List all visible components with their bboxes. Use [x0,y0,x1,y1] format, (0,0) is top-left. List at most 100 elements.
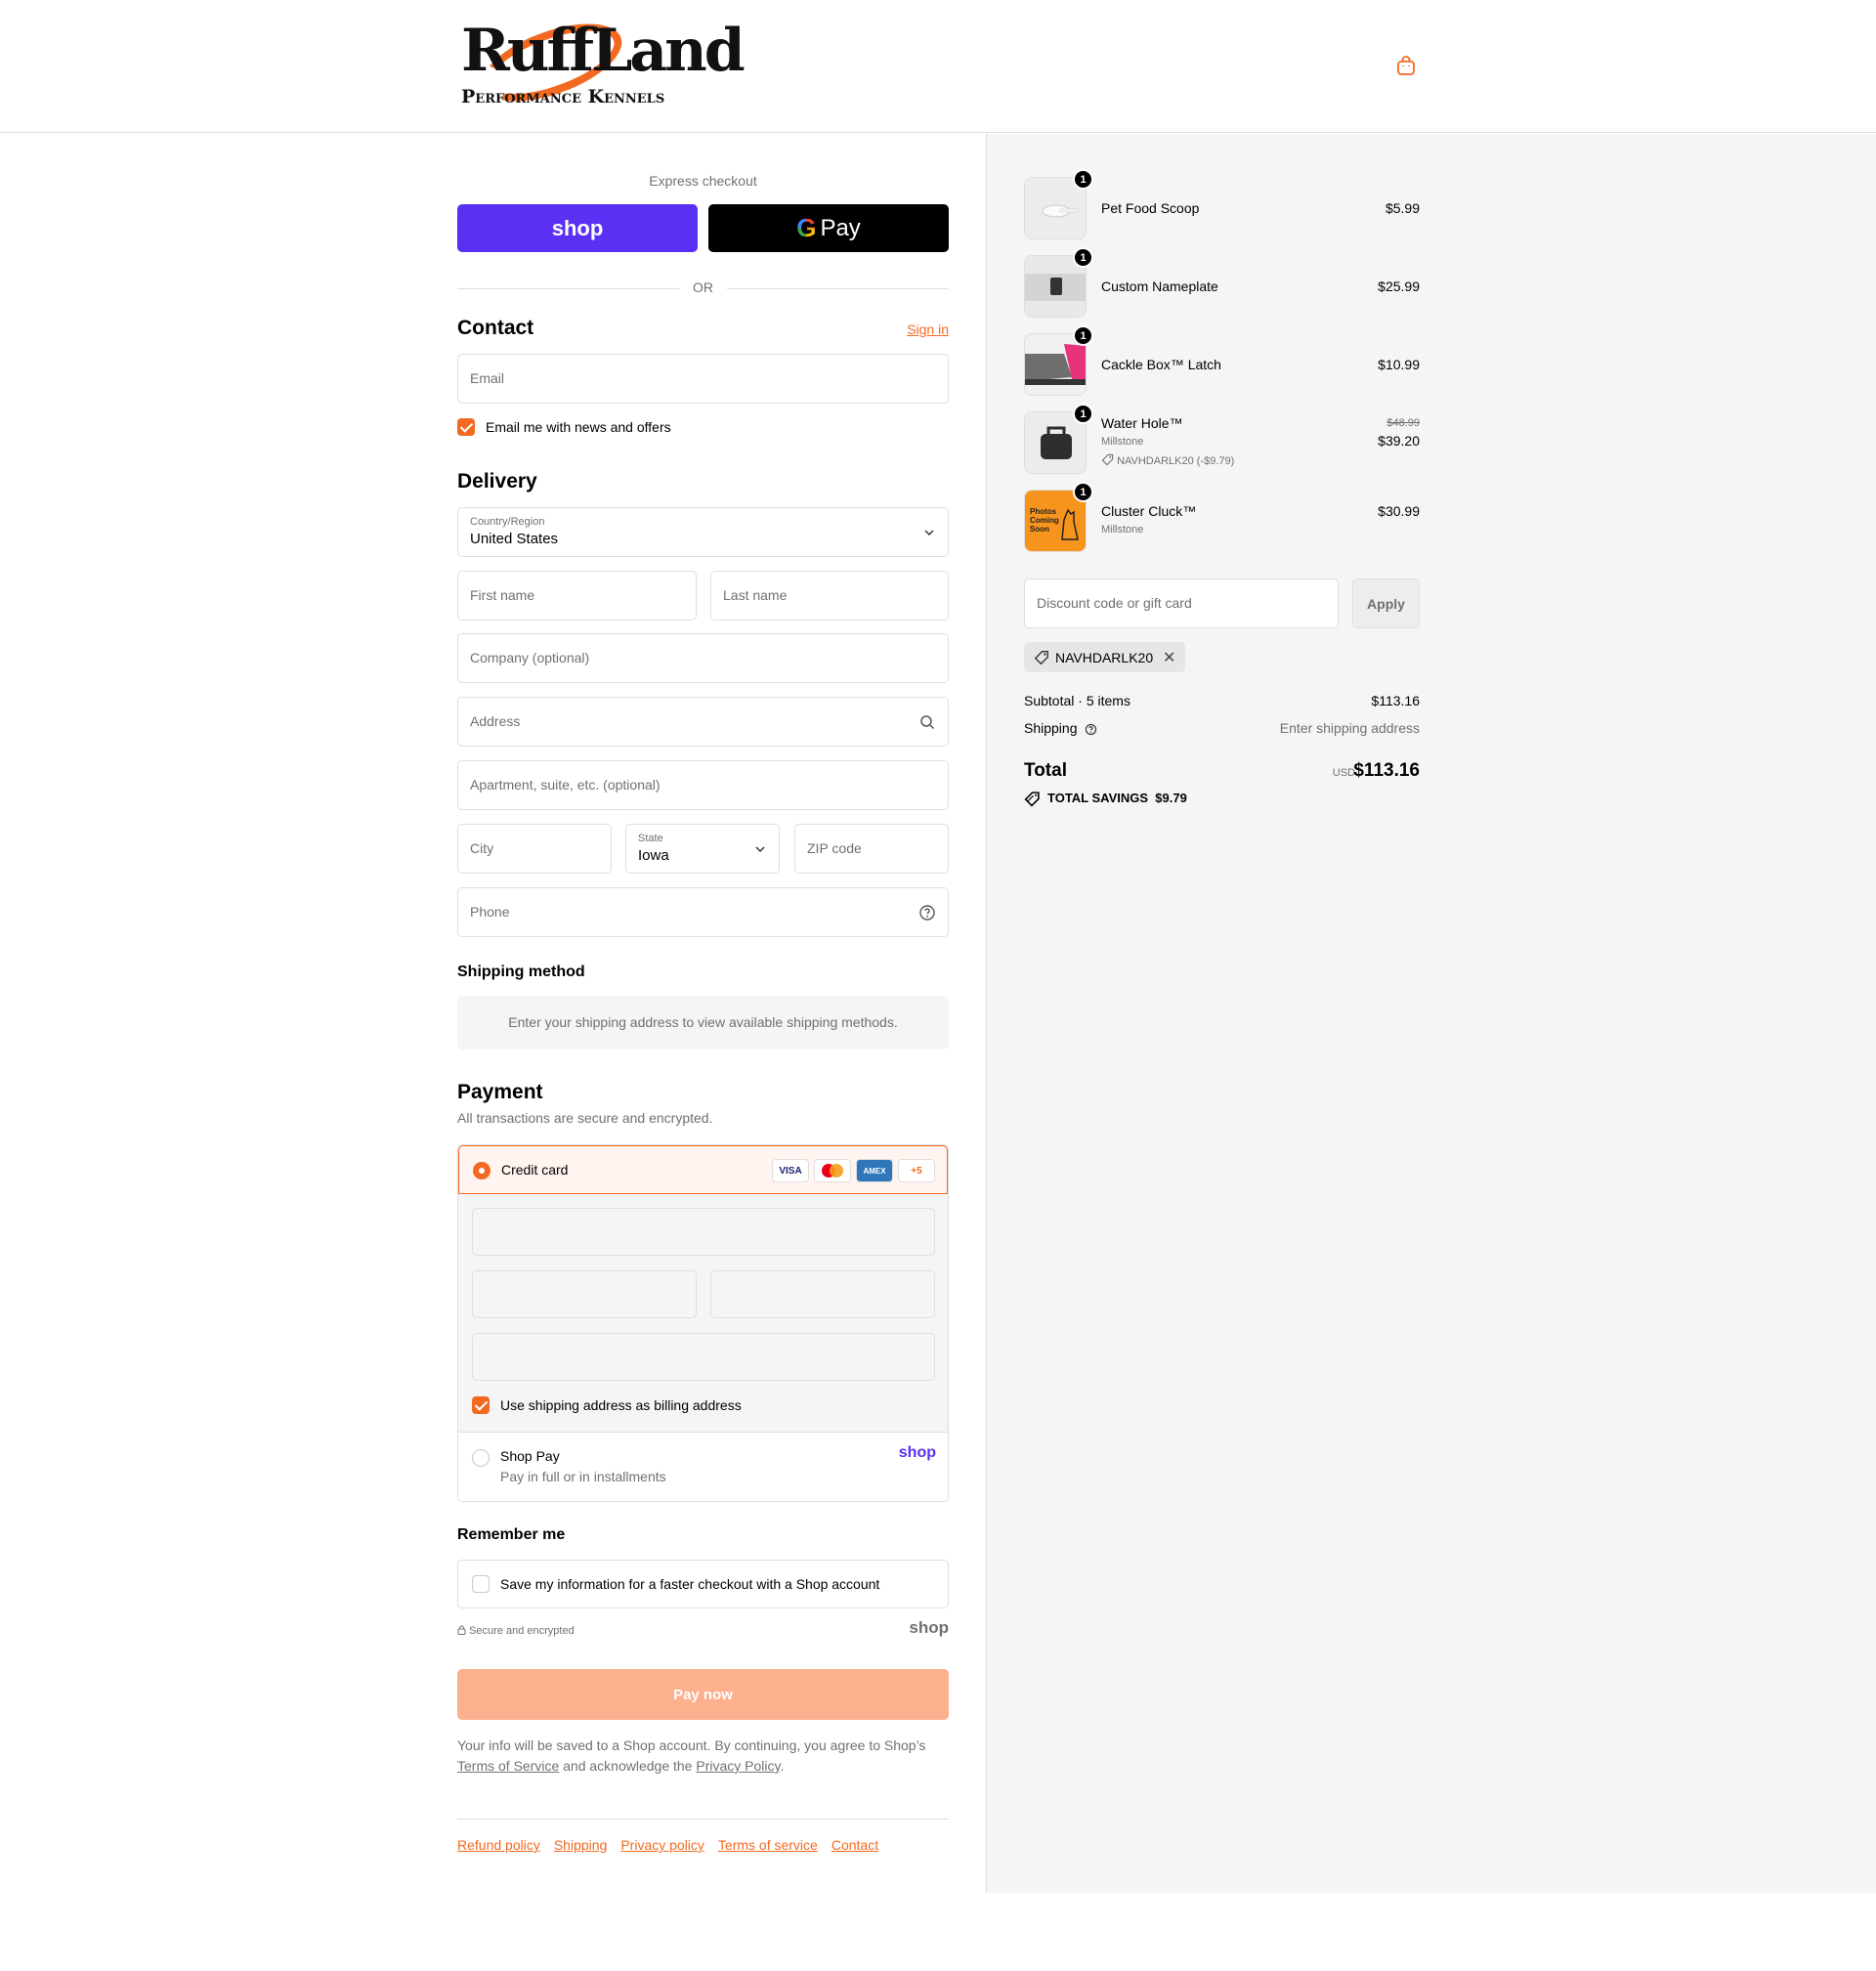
remember-me-label: Save my information for a faster checkou… [500,1576,880,1592]
shipping-link[interactable]: Shipping [554,1837,608,1853]
shop-pay-logo: shop [898,1444,936,1461]
shop-pay-button-label: shop [551,215,604,240]
card-expiry-field[interactable] [472,1270,697,1318]
company-field[interactable]: Company (optional) [457,633,949,683]
zip-field[interactable]: ZIP code [794,824,949,874]
shipping-value: Enter shipping address [1279,720,1420,736]
country-label: Country/Region [470,516,545,528]
line-item: Photos Coming Soon 1 Cluster Cluck™ Mill… [1024,482,1420,552]
billing-same-checkbox[interactable] [472,1396,490,1414]
product-price: $10.99 [1378,357,1420,372]
shop-pay-express-button[interactable]: shop [457,204,698,252]
gpay-label: Pay [820,214,861,241]
applied-discount-chip: NAVHDARLK20 ✕ [1024,642,1185,672]
product-price: $25.99 [1378,279,1420,294]
phone-field[interactable]: Phone [457,887,949,937]
total-label: Total [1024,760,1067,781]
product-price: $39.20 [1378,433,1420,449]
state-select[interactable]: State Iowa [625,824,780,874]
first-name-placeholder: First name [470,587,535,603]
search-icon[interactable] [918,713,936,731]
secure-note: Secure and encrypted [457,1625,575,1637]
credit-card-option[interactable]: Credit card VISA AMEX +5 [458,1145,948,1194]
city-field[interactable]: City [457,824,612,874]
email-field[interactable]: Email [457,354,949,404]
last-name-field[interactable]: Last name [710,571,949,621]
terms-of-service-link[interactable]: Terms of service [718,1837,818,1853]
shop-terms-link[interactable]: Terms of Service [457,1758,559,1774]
card-number-field[interactable] [472,1208,935,1256]
lock-icon [457,1625,466,1635]
total-savings-value: $9.79 [1155,791,1187,805]
product-discount-code: NAVHDARLK20 (-$9.79) [1117,455,1235,467]
legal-text-1: Your info will be saved to a Shop accoun… [457,1737,926,1753]
product-price: $5.99 [1385,200,1420,216]
help-circle-icon[interactable] [1085,723,1097,736]
google-pay-button[interactable]: G Pay [708,204,949,252]
discount-code-placeholder: Discount code or gift card [1037,595,1192,611]
help-circle-icon[interactable] [918,904,936,921]
remove-discount-close-icon[interactable]: ✕ [1163,648,1175,667]
shipping-label: Shipping [1024,720,1078,736]
product-name: Cackle Box™ Latch [1101,357,1221,372]
state-value: Iowa [638,847,669,864]
card-cvv-field[interactable] [710,1270,935,1318]
savings-tag-icon [1024,792,1040,807]
subtotal-label: Subtotal · 5 items [1024,693,1130,708]
product-variant: Millstone [1101,436,1144,448]
credit-card-radio[interactable] [473,1162,490,1179]
quantity-badge: 1 [1073,247,1093,268]
address-field[interactable]: Address [457,697,949,747]
original-price: $48.99 [1386,417,1420,429]
first-name-field[interactable]: First name [457,571,697,621]
payment-subtitle: All transactions are secure and encrypte… [457,1110,713,1126]
refund-policy-link[interactable]: Refund policy [457,1837,540,1853]
total-value: $113.16 [1353,760,1420,781]
amex-icon: AMEX [856,1159,893,1182]
company-placeholder: Company (optional) [470,650,590,665]
more-cards-text: +5 [911,1165,922,1177]
tag-icon [1101,453,1114,466]
applied-discount-code: NAVHDARLK20 [1055,650,1154,665]
mastercard-icon [814,1159,851,1182]
shop-privacy-link[interactable]: Privacy Policy [696,1758,780,1774]
product-variant: Millstone [1101,524,1144,536]
remember-me-checkbox[interactable] [472,1575,490,1593]
store-logo[interactable]: RuffLand Performance Kennels [459,8,746,117]
pay-now-button[interactable]: Pay now [457,1669,949,1720]
card-name-field[interactable] [472,1333,935,1381]
remember-me-heading: Remember me [457,1526,566,1543]
city-placeholder: City [470,840,494,856]
line-item: 1 Pet Food Scoop $5.99 [1024,169,1420,239]
product-discount: NAVHDARLK20 (-$9.79) [1101,453,1234,467]
product-price: $30.99 [1378,503,1420,519]
shopping-bag-icon[interactable] [1394,54,1418,77]
apartment-placeholder: Apartment, suite, etc. (optional) [470,777,661,793]
apartment-field[interactable]: Apartment, suite, etc. (optional) [457,760,949,810]
credit-card-label: Credit card [501,1162,569,1178]
remember-me-box: Save my information for a faster checkou… [457,1560,949,1608]
shop-pay-radio[interactable] [472,1449,490,1467]
shipping-method-info: Enter your shipping address to view avai… [457,996,949,1050]
credit-card-form: Use shipping address as billing address [458,1194,948,1432]
footer-links: Refund policy Shipping Privacy policy Te… [457,1837,878,1853]
apply-discount-button[interactable]: Apply [1352,578,1420,628]
shop-pay-option[interactable]: Shop Pay Pay in full or in installments … [458,1432,948,1501]
contact-link[interactable]: Contact [831,1837,878,1853]
amex-text: AMEX [863,1166,886,1176]
phone-placeholder: Phone [470,904,510,920]
header: RuffLand Performance Kennels [0,0,1876,133]
quantity-badge: 1 [1073,169,1093,190]
google-g-icon: G [796,213,817,242]
privacy-policy-link[interactable]: Privacy policy [620,1837,704,1853]
product-name: Water Hole™ [1101,415,1183,431]
sign-in-link[interactable]: Sign in [907,321,949,337]
chevron-down-icon [755,846,765,853]
newsletter-checkbox[interactable] [457,418,475,436]
legal-text-3: . [780,1758,785,1774]
currency-code: USD [1332,767,1355,779]
discount-code-input[interactable]: Discount code or gift card [1024,578,1339,628]
logo-main-text: RuffLand [461,17,746,85]
quantity-badge: 1 [1073,482,1093,502]
country-select[interactable]: Country/Region United States [457,507,949,557]
